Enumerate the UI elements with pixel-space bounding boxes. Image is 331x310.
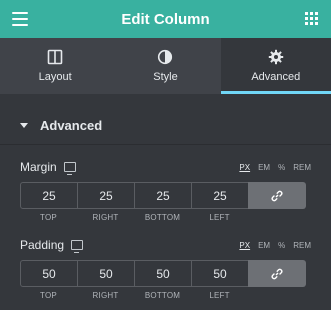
tab-bar: Layout Style Advanced [0, 38, 331, 94]
padding-right-label: RIGHT [92, 291, 119, 300]
tab-label-advanced: Advanced [251, 71, 301, 83]
style-icon [158, 49, 173, 65]
tab-label-layout: Layout [38, 71, 72, 83]
margin-bottom-label: BOTTOM [144, 213, 181, 222]
margin-bottom-input[interactable]: 25 [134, 182, 192, 209]
caret-down-icon [20, 122, 28, 128]
unit-em[interactable]: EM [258, 163, 270, 172]
tab-layout[interactable]: Layout [0, 38, 110, 94]
section-header-advanced[interactable]: Advanced [0, 108, 331, 142]
margin-top-input[interactable]: 25 [20, 182, 78, 209]
margin-link-button[interactable] [248, 182, 306, 209]
margin-top-label: TOP [40, 213, 57, 222]
padding-left-label: LEFT [209, 291, 230, 300]
hamburger-icon[interactable] [12, 12, 28, 26]
padding-top-input[interactable]: 50 [20, 260, 78, 287]
margin-unit-switcher: PX EM % REM [239, 163, 311, 172]
margin-label: Margin [20, 160, 57, 174]
monitor-icon[interactable] [71, 240, 84, 253]
tab-advanced[interactable]: Advanced [220, 38, 331, 94]
unit-px[interactable]: PX [239, 241, 250, 250]
margin-right-input[interactable]: 25 [77, 182, 135, 209]
link-icon [271, 268, 283, 279]
padding-bottom-input[interactable]: 50 [134, 260, 192, 287]
editor-header: Edit Column [0, 0, 331, 38]
margin-right-label: RIGHT [92, 213, 119, 222]
divider [0, 144, 331, 145]
unit-rem[interactable]: REM [293, 163, 311, 172]
unit-percent[interactable]: % [278, 241, 285, 250]
margin-left-input[interactable]: 25 [191, 182, 249, 209]
margin-control: Margin PX EM % REM 25 25 25 25 TOP RIGHT… [20, 159, 311, 222]
padding-left-input[interactable]: 50 [191, 260, 249, 287]
padding-bottom-label: BOTTOM [144, 291, 181, 300]
section-title: Advanced [40, 117, 103, 133]
padding-unit-switcher: PX EM % REM [239, 241, 311, 250]
unit-px[interactable]: PX [239, 163, 250, 172]
grid-icon[interactable] [305, 12, 318, 25]
unit-percent[interactable]: % [278, 163, 285, 172]
layout-icon [47, 49, 63, 65]
tab-label-style: Style [153, 71, 178, 83]
unit-em[interactable]: EM [258, 241, 270, 250]
padding-link-button[interactable] [248, 260, 306, 287]
padding-control: Padding PX EM % REM 50 50 50 50 TOP RIGH… [20, 237, 311, 300]
tab-style[interactable]: Style [110, 38, 220, 94]
panel-title: Edit Column [121, 10, 210, 28]
padding-label: Padding [20, 238, 65, 252]
margin-left-label: LEFT [209, 213, 230, 222]
padding-right-input[interactable]: 50 [77, 260, 135, 287]
unit-rem[interactable]: REM [293, 241, 311, 250]
link-icon [271, 190, 283, 201]
padding-top-label: TOP [40, 291, 57, 300]
gear-icon [268, 49, 284, 65]
monitor-icon[interactable] [63, 162, 76, 175]
